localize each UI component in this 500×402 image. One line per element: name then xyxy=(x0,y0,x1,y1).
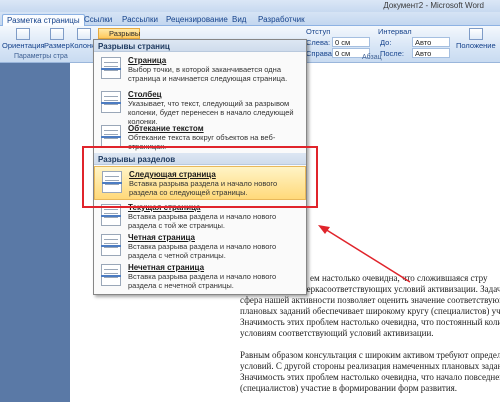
annotation-arrow-icon xyxy=(318,225,411,283)
